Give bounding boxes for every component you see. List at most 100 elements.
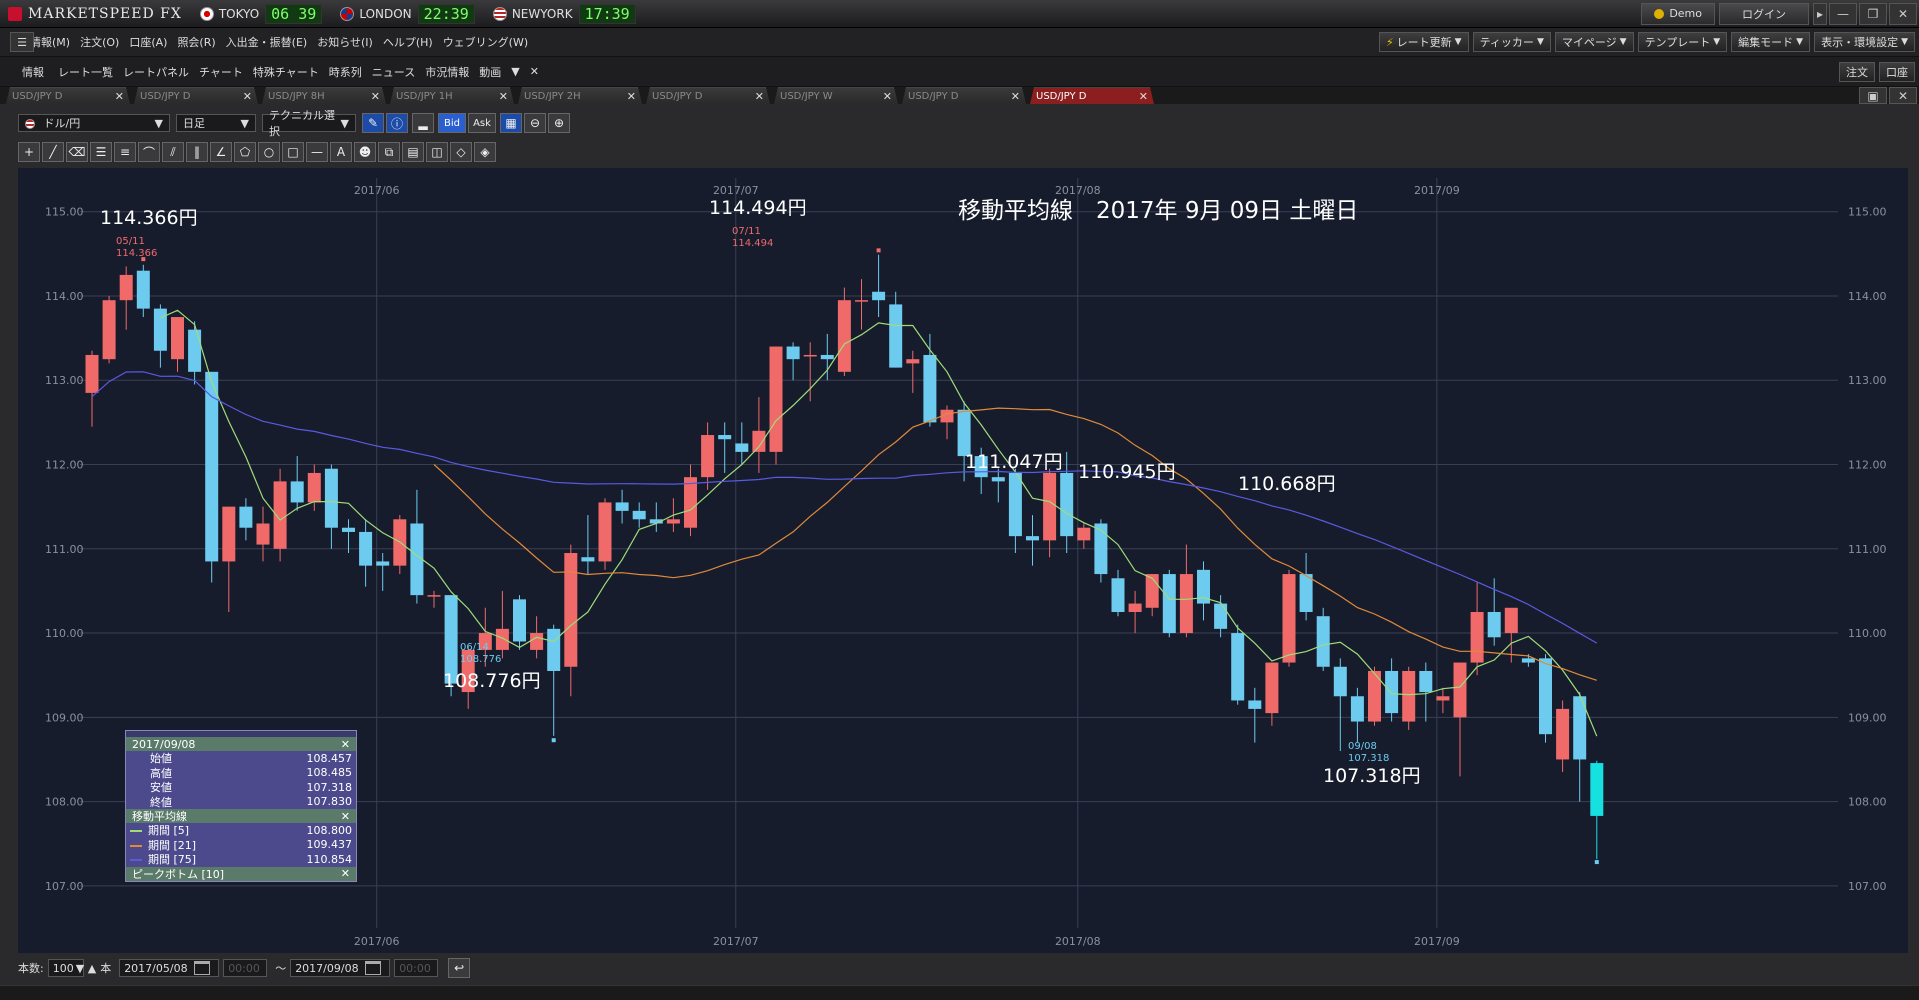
toolbar-news[interactable]: ニュース: [372, 64, 415, 80]
tab-close-icon[interactable]: ✕: [115, 90, 124, 103]
tab-close-icon[interactable]: ✕: [627, 90, 636, 103]
pen-icon[interactable]: ✎: [362, 113, 384, 133]
calendar-icon[interactable]: [193, 961, 210, 975]
ask-button[interactable]: Ask: [468, 113, 496, 133]
ohlc-info-panel[interactable]: 2017/09/08 ✕ 始値 108.457 高値 108.485 安値 107.31…: [125, 730, 357, 882]
toolbar-video[interactable]: 動画: [479, 64, 501, 80]
account-button[interactable]: 口座: [1879, 61, 1915, 82]
zoom-out-icon[interactable]: ⊖: [524, 113, 546, 133]
expand-icon[interactable]: ▸: [1813, 2, 1827, 25]
login-button[interactable]: ログイン: [1719, 2, 1809, 25]
toolbar-market[interactable]: 市況情報: [425, 64, 469, 80]
toolbar-special-chart[interactable]: 特殊チャート: [253, 64, 319, 80]
demo-button[interactable]: Demo: [1641, 2, 1715, 25]
chart-maximize-icon[interactable]: ▣: [1859, 87, 1887, 104]
to-date-field[interactable]: 2017/09/08: [290, 959, 391, 977]
zoom-in-icon[interactable]: ⊕: [548, 113, 570, 133]
toolbar-timeseries[interactable]: 時系列: [329, 64, 362, 80]
toolbar-rate-panel[interactable]: レートパネル: [123, 64, 189, 80]
menu-info[interactable]: 情報(M): [30, 34, 70, 50]
menu-deposit[interactable]: 入出金・振替(E): [226, 34, 308, 50]
minimize-icon[interactable]: —: [1829, 2, 1857, 25]
chart-area[interactable]: 115.00 115.00 114.00 114.00 113.00 113.00 112.…: [18, 168, 1908, 953]
menu-order[interactable]: 注文(O): [80, 34, 119, 50]
count-select[interactable]: 100 ▼: [47, 959, 84, 977]
tab-close-icon[interactable]: ✕: [1139, 90, 1148, 103]
tab-chart-5[interactable]: USD/JPY 2H ✕: [518, 87, 642, 104]
tab-chart-2[interactable]: USD/JPY D ✕: [134, 87, 258, 104]
menu-inquiry[interactable]: 照会(R): [177, 34, 215, 50]
mypage-button[interactable]: マイページ ▼: [1554, 32, 1634, 52]
tab-close-icon[interactable]: ✕: [499, 90, 508, 103]
to-time-field[interactable]: 00:00: [394, 959, 439, 977]
arc-icon[interactable]: ∠: [210, 142, 232, 162]
calendar-icon[interactable]: [364, 961, 381, 975]
period-select[interactable]: 日足 ▼: [176, 114, 256, 132]
menu-toggle-icon[interactable]: ☰: [10, 32, 34, 52]
fan-icon[interactable]: ⌒: [138, 142, 160, 162]
paste-icon[interactable]: ▤: [402, 142, 424, 162]
close-icon[interactable]: ✕: [1889, 2, 1917, 25]
template-button[interactable]: テンプレート ▼: [1637, 32, 1728, 52]
pair-select[interactable]: ドル/円 ▼: [18, 114, 170, 132]
tab-chart-3[interactable]: USD/JPY 8H ✕: [262, 87, 386, 104]
hlines-icon[interactable]: ☰: [90, 142, 112, 162]
volume-icon[interactable]: ▂: [412, 113, 434, 133]
bid-button[interactable]: Bid: [438, 113, 466, 133]
trendline-icon[interactable]: ╱: [42, 142, 64, 162]
menu-notice[interactable]: お知らせ(I): [317, 34, 373, 50]
chart-close-icon[interactable]: ✕: [1889, 87, 1917, 104]
rectangle-icon[interactable]: □: [282, 142, 304, 162]
from-time-field[interactable]: 00:00: [223, 959, 268, 977]
rate-update-button[interactable]: ⚡ レート更新 ▼: [1378, 32, 1469, 52]
delete-icon[interactable]: ◫: [426, 142, 448, 162]
bottom-label-jun: 108.776円: [443, 670, 541, 692]
tab-close-icon[interactable]: ✕: [883, 90, 892, 103]
horizontal-line-icon[interactable]: —: [306, 142, 328, 162]
display-settings-button[interactable]: 表示・環境設定 ▼: [1814, 32, 1915, 52]
toolbar-close-icon[interactable]: ✕: [530, 65, 539, 78]
tab-chart-6[interactable]: USD/JPY D ✕: [646, 87, 770, 104]
restore-icon[interactable]: ❐: [1859, 2, 1887, 25]
from-date-field[interactable]: 2017/05/08: [119, 959, 220, 977]
tab-chart-1[interactable]: USD/JPY D ✕: [6, 87, 130, 104]
erase-drawings-icon[interactable]: ◈: [474, 142, 496, 162]
tab-chart-7[interactable]: USD/JPY W ✕: [774, 87, 898, 104]
cycle-lines-icon[interactable]: ‖: [186, 142, 208, 162]
delete-all-icon[interactable]: ◇: [450, 142, 472, 162]
menu-help[interactable]: ヘルプ(H): [383, 34, 433, 50]
count-up-icon[interactable]: ▲: [88, 962, 96, 975]
peak-close-icon[interactable]: ✕: [341, 867, 350, 880]
info-icon[interactable]: ⓘ: [386, 113, 408, 133]
reload-icon[interactable]: ↩: [448, 958, 471, 978]
copy-icon[interactable]: ⧉: [378, 142, 400, 162]
eraser-icon[interactable]: ⌫: [66, 142, 88, 162]
crosshair-icon[interactable]: +: [18, 142, 40, 162]
chart-type-icon[interactable]: ▦: [500, 113, 522, 133]
tab-chart-4[interactable]: USD/JPY 1H ✕: [390, 87, 514, 104]
order-button[interactable]: 注文: [1839, 61, 1875, 82]
tab-close-icon[interactable]: ✕: [1011, 90, 1020, 103]
tab-close-icon[interactable]: ✕: [371, 90, 380, 103]
toolbar-more-icon[interactable]: ▼: [511, 65, 519, 78]
toolbar-chart[interactable]: チャート: [199, 64, 243, 80]
edit-mode-button[interactable]: 編集モード ▼: [1731, 32, 1811, 52]
stamp-icon[interactable]: ☻: [354, 142, 376, 162]
text-icon[interactable]: A: [330, 142, 352, 162]
tab-close-icon[interactable]: ✕: [243, 90, 252, 103]
tab-chart-8[interactable]: USD/JPY D ✕: [902, 87, 1026, 104]
menu-account[interactable]: 口座(A): [129, 34, 167, 50]
ma-close-icon[interactable]: ✕: [341, 810, 350, 823]
pentagon-icon[interactable]: ⬠: [234, 142, 256, 162]
channel-icon[interactable]: ≡: [114, 142, 136, 162]
ticker-button[interactable]: ティッカー ▼: [1472, 32, 1551, 52]
info-close-icon[interactable]: ✕: [341, 738, 350, 751]
gann-icon[interactable]: ⫽: [162, 142, 184, 162]
menu-webring[interactable]: ウェブリング(W): [443, 34, 528, 50]
toolbar-info[interactable]: 情報: [22, 64, 44, 80]
tab-close-icon[interactable]: ✕: [755, 90, 764, 103]
toolbar-rate-list[interactable]: レート一覧: [58, 64, 113, 80]
tab-chart-9[interactable]: USD/JPY D ✕: [1030, 87, 1154, 104]
technical-select[interactable]: テクニカル選択 ▼: [262, 109, 356, 138]
circle-icon[interactable]: ○: [258, 142, 280, 162]
